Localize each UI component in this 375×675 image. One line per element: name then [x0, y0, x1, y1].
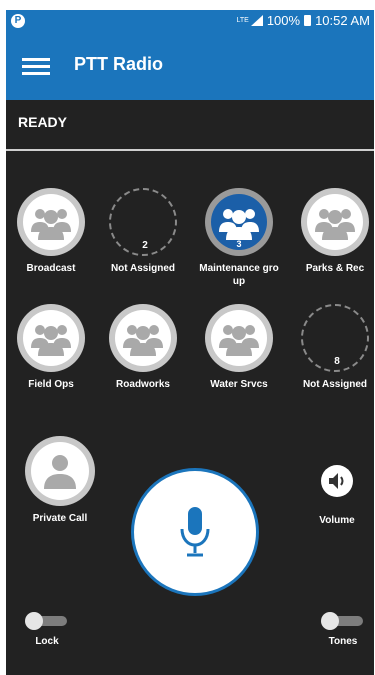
private-call-button[interactable]: Private Call — [20, 436, 100, 525]
talkgroup-label: Water Srvcs — [210, 379, 268, 390]
person-icon — [44, 455, 76, 489]
talkgroup-circle: 3 — [205, 188, 273, 256]
talkgroup-number: 5 — [48, 355, 54, 365]
talkgroup-1[interactable]: 1 Broadcast — [6, 188, 98, 275]
page-title: PTT Radio — [74, 54, 163, 74]
talkgroup-number: 1 — [48, 239, 54, 249]
talkgroup-6[interactable]: 6 Roadworks — [96, 304, 190, 391]
talkgroup-label: Not Assigned — [110, 263, 176, 274]
talkgroup-number: 4 — [332, 239, 338, 249]
menu-icon[interactable] — [22, 58, 50, 76]
app-notification-icon: P — [11, 14, 25, 28]
talkgroup-5[interactable]: 5 Field Ops — [6, 304, 98, 391]
talkgroup-number: 3 — [236, 239, 242, 249]
private-call-circle — [25, 436, 95, 506]
divider — [6, 149, 374, 151]
speaker-icon — [321, 465, 353, 497]
talkgroup-number: 2 — [142, 240, 148, 251]
talkgroup-label: Not Assigned — [302, 379, 368, 390]
talkgroup-circle: 6 — [109, 304, 177, 372]
talkgroup-2[interactable]: 2 Not Assigned — [96, 188, 190, 275]
status-bar: P LTE 100% 10:52 AM — [6, 10, 374, 32]
talkgroup-8[interactable]: 8 Not Assigned — [288, 304, 374, 391]
private-call-label: Private Call — [32, 513, 88, 524]
clock: 10:52 AM — [315, 13, 370, 28]
status-text: READY — [18, 114, 68, 130]
network-type: LTE — [236, 17, 249, 24]
tones-switch[interactable] — [321, 612, 363, 630]
talkgroup-7[interactable]: 7 Water Srvcs — [192, 304, 286, 391]
talkgroup-label: Roadworks — [116, 379, 170, 390]
talkgroup-circle: 1 — [17, 188, 85, 256]
talkgroup-number: 7 — [236, 355, 242, 365]
talkgroup-label: Parks & Rec — [305, 263, 365, 274]
volume-label: Volume — [319, 515, 355, 526]
microphone-icon — [180, 507, 210, 557]
status-right: LTE 100% 10:52 AM — [236, 13, 370, 28]
lock-toggle[interactable]: Lock — [24, 612, 70, 647]
talkgroup-label: Broadcast — [26, 263, 76, 274]
battery-percent: 100% — [266, 13, 301, 28]
talkgroup-label: Maintenance gro up — [199, 263, 279, 287]
talkgroup-circle: 5 — [17, 304, 85, 372]
talkgroup-3[interactable]: 3 Maintenance gro up — [192, 188, 286, 288]
tones-label: Tones — [328, 636, 358, 647]
push-to-talk-button[interactable] — [131, 468, 259, 596]
signal-icon — [250, 15, 263, 26]
battery-icon — [304, 15, 312, 26]
screen: P LTE 100% 10:52 AM PTT Radio READY 1 Bro… — [0, 0, 375, 675]
app-bar: PTT Radio — [6, 32, 374, 100]
volume-control[interactable]: Volume — [302, 465, 372, 526]
talkgroup-circle: 8 — [301, 304, 369, 372]
talkgroup-number: 8 — [334, 356, 340, 367]
talkgroup-circle: 4 — [301, 188, 369, 256]
lock-label: Lock — [35, 636, 59, 647]
tones-toggle[interactable]: Tones — [320, 612, 366, 647]
app-window: P LTE 100% 10:52 AM PTT Radio READY 1 Bro… — [6, 10, 374, 675]
talkgroup-number: 6 — [140, 355, 146, 365]
talkgroup-circle: 7 — [205, 304, 273, 372]
lock-switch[interactable] — [25, 612, 67, 630]
talkgroup-4[interactable]: 4 Parks & Rec — [288, 188, 374, 275]
talkgroup-label: Field Ops — [28, 379, 74, 390]
talkgroup-circle: 2 — [109, 188, 177, 256]
